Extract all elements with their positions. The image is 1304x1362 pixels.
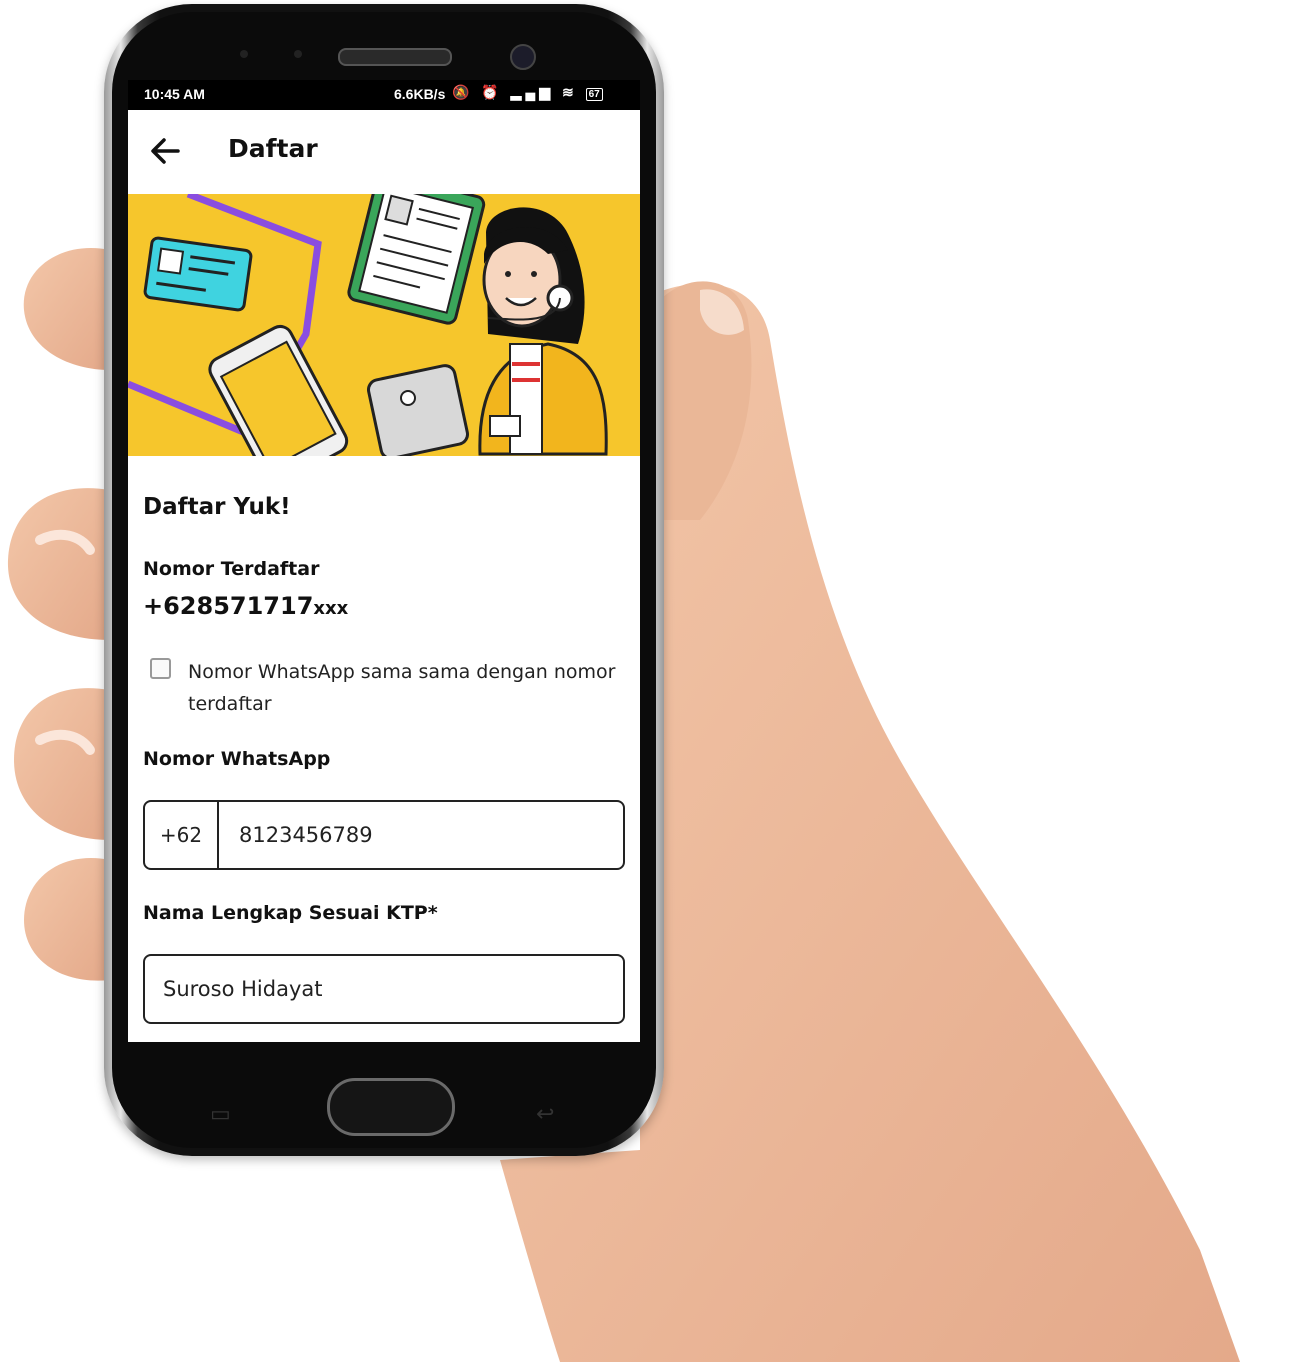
status-bar: 10:45 AM 6.6KB/s 🔕 ⏰ ▂▄▆ ≋ 67 [128,80,640,110]
full-name-field[interactable]: Suroso Hidayat [143,954,625,1024]
whatsapp-input[interactable]: 8123456789 [239,802,373,868]
light-sensor [294,50,302,58]
battery-icon: 67 [585,88,603,101]
app-screen: Daftar Daftar Yuk! Nomor Terdaftar +6285… [128,110,640,1042]
alarm-icon: ⏰ [481,84,503,100]
form-heading: Daftar Yuk! [143,494,291,520]
registered-number-masked: xxx [313,598,349,619]
arrow-left-icon[interactable] [148,134,182,168]
earpiece-speaker [338,48,452,66]
same-number-checkbox-label[interactable]: Nomor WhatsApp sama sama dengan nomor te… [188,656,618,720]
mute-icon: 🔕 [452,84,474,100]
registered-number-value: +628571717 [143,592,314,620]
full-name-label: Nama Lengkap Sesuai KTP* [143,902,438,924]
whatsapp-label: Nomor WhatsApp [143,748,331,770]
country-code-prefix[interactable]: +62 [145,802,219,868]
phone-illustration-icon [208,324,349,456]
home-button[interactable] [327,1078,455,1136]
banner-illustration [128,194,608,456]
same-number-checkbox[interactable] [150,658,171,679]
whatsapp-field[interactable]: +62 8123456789 [143,800,625,870]
status-icons: 🔕 ⏰ ▂▄▆ ≋ 67 [452,84,603,101]
app-bar: Daftar [128,110,640,194]
full-name-input[interactable]: Suroso Hidayat [163,956,322,1022]
hero-banner [128,194,640,456]
front-camera [510,44,536,70]
id-card-icon [143,236,253,312]
status-time: 10:45 AM [144,86,205,102]
page-title: Daftar [228,134,318,163]
recent-apps-icon[interactable]: ▭ [210,1102,231,1127]
clipboard-icon [347,194,486,325]
signal-icon: ▂▄▆ [510,84,555,100]
network-speed: 6.6KB/s [394,86,446,102]
proximity-sensor [240,50,248,58]
registered-number-label: Nomor Terdaftar [143,558,320,580]
wifi-icon: ≋ [562,84,578,100]
registered-number: +628571717xxx [143,592,348,620]
back-key-icon[interactable]: ↩ [536,1102,554,1127]
